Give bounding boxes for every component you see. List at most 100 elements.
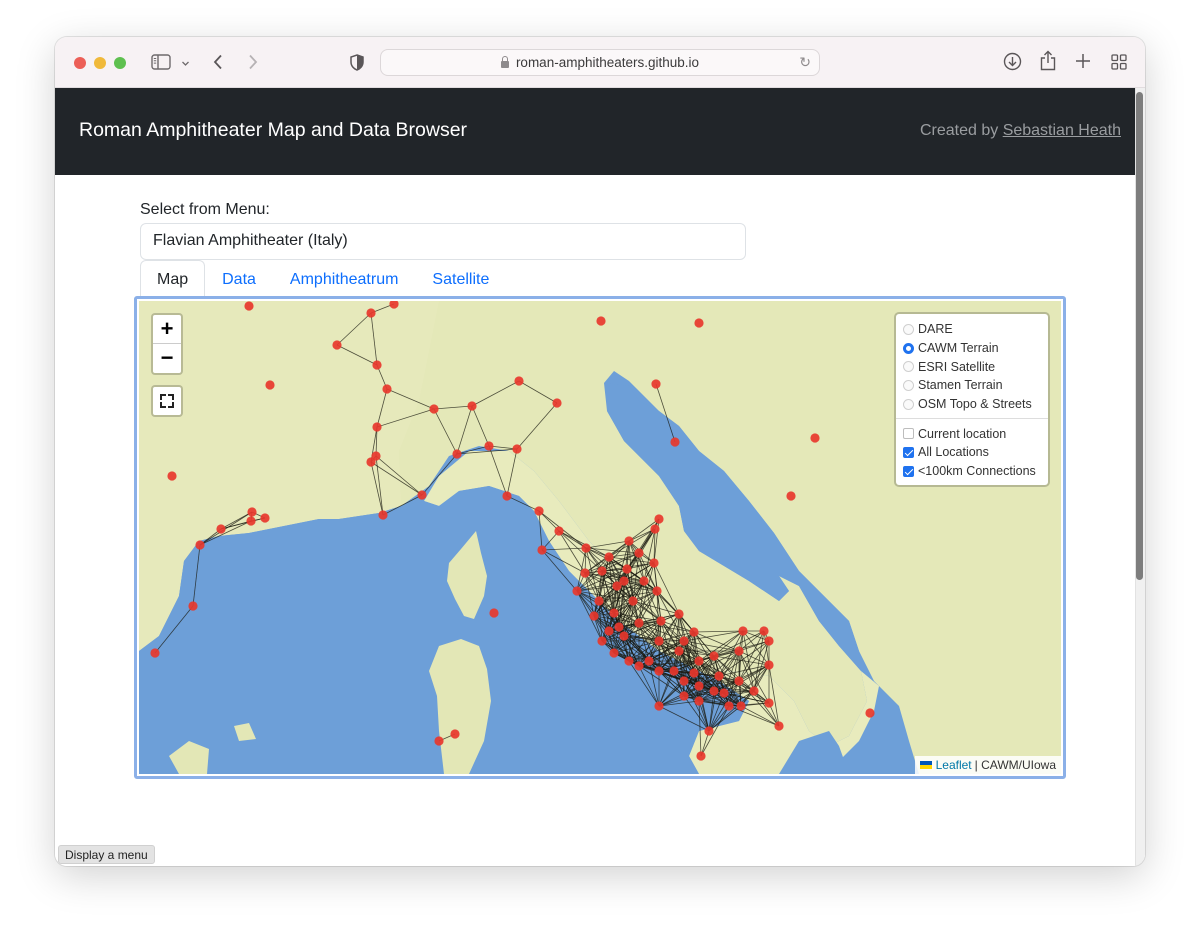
overlay-all-locations[interactable]: All Locations bbox=[903, 443, 1040, 462]
location-marker[interactable] bbox=[654, 666, 664, 676]
location-marker[interactable] bbox=[764, 636, 774, 646]
location-marker[interactable] bbox=[670, 437, 680, 447]
location-marker[interactable] bbox=[167, 471, 177, 481]
location-marker[interactable] bbox=[724, 701, 734, 711]
location-marker[interactable] bbox=[674, 609, 684, 619]
location-marker[interactable] bbox=[654, 701, 664, 711]
location-marker[interactable] bbox=[378, 510, 388, 520]
reload-icon[interactable]: ↻ bbox=[799, 54, 811, 71]
close-window-button[interactable] bbox=[74, 57, 86, 69]
location-marker[interactable] bbox=[704, 726, 714, 736]
location-marker[interactable] bbox=[512, 444, 522, 454]
location-marker[interactable] bbox=[554, 526, 564, 536]
location-marker[interactable] bbox=[382, 384, 392, 394]
location-marker[interactable] bbox=[865, 708, 875, 718]
location-marker[interactable] bbox=[624, 536, 634, 546]
location-marker[interactable] bbox=[696, 751, 706, 761]
author-link[interactable]: Sebastian Heath bbox=[1003, 122, 1121, 139]
back-icon[interactable] bbox=[213, 54, 223, 73]
location-marker[interactable] bbox=[580, 568, 590, 578]
tab-overview-icon[interactable] bbox=[1111, 54, 1127, 73]
radio-icon[interactable] bbox=[903, 323, 914, 335]
radio-icon[interactable] bbox=[903, 398, 914, 410]
tab-satellite[interactable]: Satellite bbox=[415, 260, 506, 297]
location-marker[interactable] bbox=[734, 676, 744, 686]
location-marker[interactable] bbox=[689, 668, 699, 678]
tab-data[interactable]: Data bbox=[205, 260, 273, 297]
location-marker[interactable] bbox=[188, 601, 198, 611]
sidebar-icon[interactable] bbox=[151, 54, 171, 73]
location-marker[interactable] bbox=[679, 636, 689, 646]
base-layer-osm-topo[interactable]: OSM Topo & Streets bbox=[903, 395, 1040, 414]
location-marker[interactable] bbox=[150, 648, 160, 658]
location-marker[interactable] bbox=[332, 340, 342, 350]
location-marker[interactable] bbox=[644, 656, 654, 666]
location-marker[interactable] bbox=[247, 507, 257, 517]
location-marker[interactable] bbox=[764, 660, 774, 670]
location-marker[interactable] bbox=[417, 490, 427, 500]
location-marker[interactable] bbox=[709, 686, 719, 696]
location-marker[interactable] bbox=[694, 656, 704, 666]
location-marker[interactable] bbox=[759, 626, 769, 636]
location-marker[interactable] bbox=[581, 543, 591, 553]
base-layer-esri-satellite[interactable]: ESRI Satellite bbox=[903, 357, 1040, 376]
leaflet-link[interactable]: Leaflet bbox=[936, 758, 972, 772]
location-marker[interactable] bbox=[572, 586, 582, 596]
location-marker[interactable] bbox=[709, 651, 719, 661]
privacy-shield-icon[interactable] bbox=[350, 54, 364, 74]
overlay-connections[interactable]: <100km Connections bbox=[903, 462, 1040, 481]
location-marker[interactable] bbox=[714, 671, 724, 681]
base-layer-dare[interactable]: DARE bbox=[903, 320, 1040, 339]
location-marker[interactable] bbox=[594, 596, 604, 606]
location-marker[interactable] bbox=[736, 701, 746, 711]
location-marker[interactable] bbox=[652, 586, 662, 596]
location-marker[interactable] bbox=[786, 491, 796, 501]
location-marker[interactable] bbox=[679, 691, 689, 701]
location-marker[interactable] bbox=[719, 688, 729, 698]
location-marker[interactable] bbox=[534, 506, 544, 516]
location-marker[interactable] bbox=[597, 566, 607, 576]
location-marker[interactable] bbox=[774, 721, 784, 731]
location-marker[interactable] bbox=[552, 398, 562, 408]
location-marker[interactable] bbox=[624, 656, 634, 666]
location-marker[interactable] bbox=[738, 626, 748, 636]
location-marker[interactable] bbox=[619, 631, 629, 641]
location-marker[interactable] bbox=[614, 622, 624, 632]
zoom-out-button[interactable]: − bbox=[153, 344, 181, 373]
location-marker[interactable] bbox=[589, 611, 599, 621]
zoom-in-button[interactable]: + bbox=[153, 315, 181, 344]
location-marker[interactable] bbox=[537, 545, 547, 555]
location-marker[interactable] bbox=[260, 513, 270, 523]
location-marker[interactable] bbox=[609, 608, 619, 618]
location-marker[interactable] bbox=[452, 449, 462, 459]
location-marker[interactable] bbox=[634, 661, 644, 671]
fullscreen-button[interactable] bbox=[151, 385, 183, 417]
location-marker[interactable] bbox=[674, 646, 684, 656]
location-marker[interactable] bbox=[679, 676, 689, 686]
location-marker[interactable] bbox=[429, 404, 439, 414]
minimize-window-button[interactable] bbox=[94, 57, 106, 69]
scrollbar-thumb[interactable] bbox=[1136, 92, 1143, 580]
location-marker[interactable] bbox=[654, 636, 664, 646]
location-marker[interactable] bbox=[650, 524, 660, 534]
tab-map[interactable]: Map bbox=[140, 260, 206, 297]
location-marker[interactable] bbox=[366, 457, 376, 467]
forward-icon[interactable] bbox=[248, 54, 258, 73]
radio-icon[interactable] bbox=[903, 361, 914, 373]
location-marker[interactable] bbox=[514, 376, 524, 386]
location-marker[interactable] bbox=[246, 516, 256, 526]
location-marker[interactable] bbox=[434, 736, 444, 746]
location-marker[interactable] bbox=[649, 558, 659, 568]
location-marker[interactable] bbox=[694, 318, 704, 328]
location-marker[interactable] bbox=[669, 666, 679, 676]
location-marker[interactable] bbox=[651, 379, 661, 389]
site-title[interactable]: Roman Amphitheater Map and Data Browser bbox=[79, 119, 467, 142]
location-marker[interactable] bbox=[195, 540, 205, 550]
tab-amphitheatrum[interactable]: Amphitheatrum bbox=[273, 260, 416, 297]
location-marker[interactable] bbox=[467, 401, 477, 411]
location-marker[interactable] bbox=[810, 433, 820, 443]
location-marker[interactable] bbox=[628, 596, 638, 606]
new-tab-icon[interactable] bbox=[1075, 53, 1091, 72]
location-marker[interactable] bbox=[372, 360, 382, 370]
location-marker[interactable] bbox=[634, 618, 644, 628]
